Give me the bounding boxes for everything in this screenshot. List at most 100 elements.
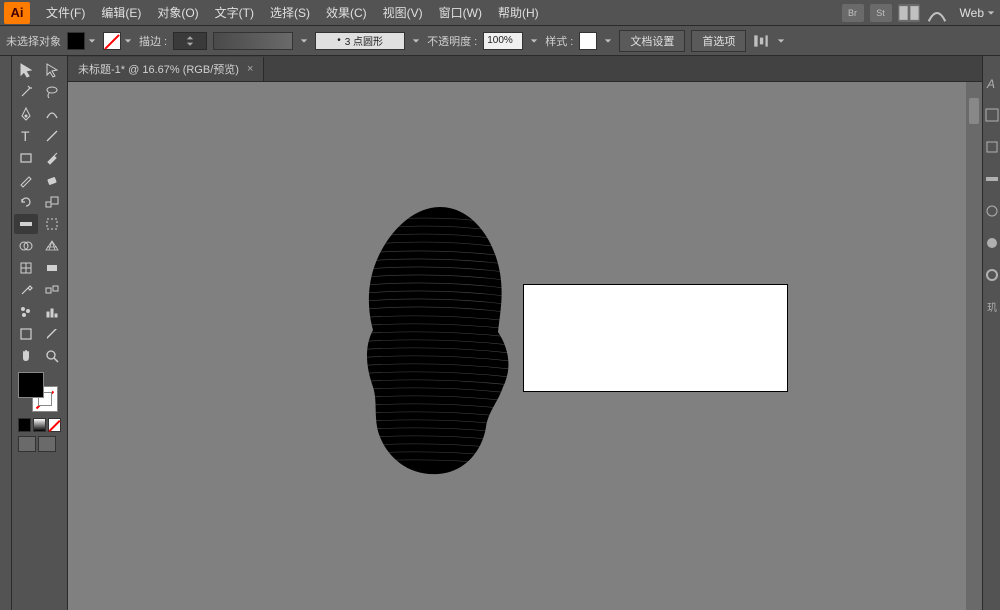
brush-profile[interactable]: •3 点圆形: [315, 32, 405, 50]
menu-select[interactable]: 选择(S): [262, 4, 318, 21]
fill-swatch: [67, 32, 85, 50]
svg-text:玑: 玑: [987, 302, 997, 314]
stroke-swatch-control[interactable]: [103, 32, 133, 50]
color-panel-icon[interactable]: A: [985, 76, 999, 90]
line-tool[interactable]: [40, 126, 64, 146]
app-icon: Ai: [4, 2, 30, 24]
appearance-panel-icon[interactable]: [985, 268, 999, 282]
perspective-grid-tool[interactable]: [40, 236, 64, 256]
magic-wand-tool[interactable]: [14, 82, 38, 102]
main-area: T: [0, 56, 1000, 610]
menu-object[interactable]: 对象(O): [149, 4, 206, 21]
artboard-tool[interactable]: [14, 324, 38, 344]
width-tool[interactable]: [14, 214, 38, 234]
document-tab[interactable]: 未标题-1* @ 16.67% (RGB/预览) ×: [68, 57, 264, 81]
fill-stroke-indicator[interactable]: [18, 372, 58, 412]
menu-help[interactable]: 帮助(H): [490, 4, 547, 21]
pen-tool[interactable]: [14, 104, 38, 124]
color-black[interactable]: [18, 418, 31, 432]
bridge-icon[interactable]: Br: [842, 4, 864, 22]
type-tool[interactable]: T: [14, 126, 38, 146]
chevron-down-icon: [123, 36, 133, 46]
eraser-tool[interactable]: [40, 170, 64, 190]
color-gradient[interactable]: [33, 418, 46, 432]
scale-tool[interactable]: [40, 192, 64, 212]
right-panel-dock: A 玑: [982, 56, 1000, 610]
menubar: Ai 文件(F) 编辑(E) 对象(O) 文字(T) 选择(S) 效果(C) 视…: [0, 0, 1000, 26]
pencil-tool[interactable]: [14, 170, 38, 190]
menu-type[interactable]: 文字(T): [207, 4, 262, 21]
slice-tool[interactable]: [40, 324, 64, 344]
swatches-panel-icon[interactable]: [985, 108, 999, 122]
blend-tool[interactable]: [40, 280, 64, 300]
draw-mode-behind[interactable]: [38, 436, 56, 452]
artboard-rectangle: [523, 284, 788, 392]
arrange-docs-icon[interactable]: [898, 4, 920, 22]
close-icon[interactable]: ×: [247, 63, 253, 75]
free-transform-tool[interactable]: [40, 214, 64, 234]
fill-control[interactable]: [67, 32, 97, 50]
symbol-sprayer-tool[interactable]: [14, 302, 38, 322]
stroke-weight-input[interactable]: [173, 32, 207, 50]
chevron-down-icon[interactable]: [411, 36, 421, 46]
tab-title: 未标题-1* @ 16.67% (RGB/预览): [78, 61, 239, 77]
tab-bar: 未标题-1* @ 16.67% (RGB/预览) ×: [68, 56, 982, 82]
stroke-panel-icon[interactable]: [985, 140, 999, 154]
document-setup-button[interactable]: 文档设置: [619, 30, 685, 52]
layers-panel-icon[interactable]: 玑: [985, 300, 999, 314]
no-selection-label: 未选择对象: [6, 33, 61, 49]
align-icon[interactable]: [752, 32, 770, 50]
gradient-tool[interactable]: [40, 258, 64, 278]
paintbrush-tool[interactable]: [40, 148, 64, 168]
chevron-down-icon[interactable]: [603, 36, 613, 46]
selection-tool[interactable]: [14, 60, 38, 80]
chevron-down-icon[interactable]: [529, 36, 539, 46]
rotate-tool[interactable]: [14, 192, 38, 212]
screen-mode-row: [18, 436, 61, 452]
stroke-label: 描边 :: [139, 33, 167, 49]
lasso-tool[interactable]: [40, 82, 64, 102]
zoom-tool[interactable]: [40, 346, 64, 366]
graphic-style-swatch[interactable]: [579, 32, 597, 50]
toolbox: T: [12, 56, 68, 610]
column-graph-tool[interactable]: [40, 302, 64, 322]
gpu-icon[interactable]: [926, 4, 948, 22]
brushes-panel-icon[interactable]: [985, 172, 999, 186]
opacity-input[interactable]: 100%: [483, 32, 523, 50]
options-bar: 未选择对象 描边 : •3 点圆形 不透明度 : 100% 样式 : 文档设置 …: [0, 26, 1000, 56]
eyedropper-tool[interactable]: [14, 280, 38, 300]
chevron-down-icon[interactable]: [299, 36, 309, 46]
color-mode-row: [18, 418, 61, 432]
menu-edit[interactable]: 编辑(E): [93, 4, 149, 21]
opacity-label: 不透明度 :: [427, 33, 477, 49]
menu-window[interactable]: 窗口(W): [431, 4, 490, 21]
artwork-blob: [348, 202, 533, 482]
workspace-label: Web: [960, 6, 984, 20]
menubar-right: Br St Web: [842, 4, 996, 22]
hand-tool[interactable]: [14, 346, 38, 366]
chevron-down-icon: [87, 36, 97, 46]
mesh-tool[interactable]: [14, 258, 38, 278]
menu-file[interactable]: 文件(F): [38, 4, 93, 21]
document-area: 未标题-1* @ 16.67% (RGB/预览) ×: [68, 56, 982, 610]
canvas[interactable]: [68, 82, 982, 610]
stepper-icon: [186, 34, 194, 48]
rectangle-tool[interactable]: [14, 148, 38, 168]
workspace-switcher[interactable]: Web: [960, 6, 996, 20]
fill-indicator: [18, 372, 44, 398]
color-none[interactable]: [48, 418, 61, 432]
direct-selection-tool[interactable]: [40, 60, 64, 80]
chevron-down-icon[interactable]: [776, 36, 786, 46]
curvature-tool[interactable]: [40, 104, 64, 124]
menu-effect[interactable]: 效果(C): [318, 4, 375, 21]
stroke-style-dropdown[interactable]: [213, 32, 293, 50]
shape-builder-tool[interactable]: [14, 236, 38, 256]
preferences-button[interactable]: 首选项: [691, 30, 746, 52]
draw-mode-normal[interactable]: [18, 436, 36, 452]
transparency-panel-icon[interactable]: [985, 236, 999, 250]
symbols-panel-icon[interactable]: [985, 204, 999, 218]
vertical-scrollbar-thumb[interactable]: [969, 98, 979, 124]
svg-text:A: A: [986, 77, 995, 90]
menu-view[interactable]: 视图(V): [375, 4, 431, 21]
stock-icon[interactable]: St: [870, 4, 892, 22]
